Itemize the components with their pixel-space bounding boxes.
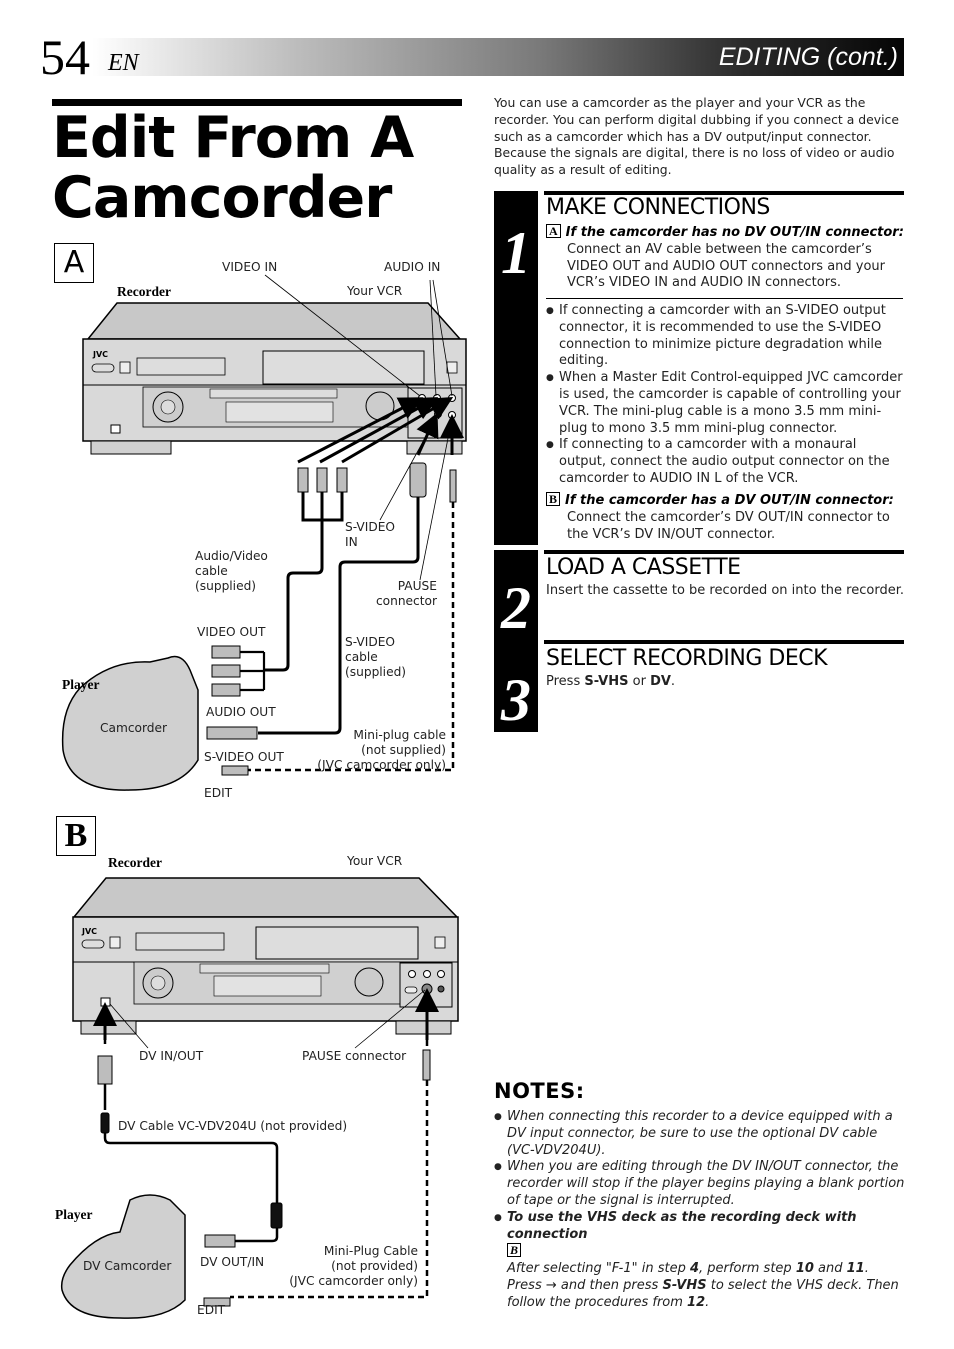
vcr-b-jog-center xyxy=(150,975,166,991)
vcr-b-foot-right xyxy=(395,1020,452,1035)
av-cable-ends xyxy=(240,650,266,692)
label-line: (not provided) xyxy=(331,1259,418,1273)
label-line: connector xyxy=(375,594,437,608)
vcr-b-power-button xyxy=(81,939,105,949)
vcr-a-dv-port xyxy=(110,424,121,434)
vcr-b-foot-left xyxy=(80,1020,137,1035)
vcr-b-jack xyxy=(408,970,416,978)
label-dv-camcorder: DV Camcorder xyxy=(83,1259,172,1273)
vcr-a-eject-dv xyxy=(119,361,131,374)
mini-plug-b xyxy=(422,1049,431,1081)
label-line: Mini-Plug Cable xyxy=(323,1244,418,1258)
vcr-b-transport-buttons xyxy=(199,963,330,974)
label-video-in: VIDEO IN xyxy=(222,260,278,274)
label-pause-connector-a: PAUSE connector xyxy=(360,579,437,609)
label-line: Mini-plug cable xyxy=(353,728,446,742)
video-out-plug xyxy=(211,645,241,659)
label-s-video-cable: S-VIDEO cable (supplied) xyxy=(345,635,406,680)
label-your-vcr-a: Your VCR xyxy=(347,284,403,298)
rca-plug xyxy=(297,467,309,493)
rca-plug xyxy=(336,467,348,493)
label-audio-in: AUDIO IN xyxy=(384,260,441,274)
vcr-a-jog-center xyxy=(160,399,176,415)
label-player-b: Player xyxy=(55,1207,93,1222)
label-line: S-VIDEO xyxy=(345,635,396,649)
vcr-b-brand: JVC xyxy=(81,927,97,936)
svideo-out-plug xyxy=(206,726,258,740)
vcr-b-eject-vhs xyxy=(434,936,446,949)
vcr-b-vhs-slot xyxy=(255,926,419,960)
vcr-b-jack xyxy=(423,970,431,978)
label-line: (JVC camcorder only) xyxy=(289,1274,418,1288)
vcr-a-svideo-jack xyxy=(434,410,442,418)
vcr-a-vhs-slot xyxy=(262,350,425,385)
label-line: PAUSE xyxy=(397,579,437,593)
label-camcorder: Camcorder xyxy=(100,721,168,735)
label-line: (supplied) xyxy=(195,579,257,593)
vcr-a-transport-buttons xyxy=(209,388,338,399)
vcr-b-display xyxy=(213,975,322,997)
vcr-b-dv-port xyxy=(100,997,111,1007)
label-line: cable xyxy=(195,564,228,578)
dv-plug-camcorder xyxy=(204,1234,236,1248)
av-cable xyxy=(264,492,344,672)
label-line: (supplied) xyxy=(345,665,407,679)
label-line: Audio/Video xyxy=(195,549,268,563)
svideo-plug xyxy=(409,462,427,498)
label-mini-plug-b: Mini-Plug Cable (not provided) (JVC camcor… xyxy=(270,1244,418,1289)
connection-diagrams: JVC JVC xyxy=(60,274,467,1319)
label-mini-plug-a: Mini-plug cable (not supplied) (JVC camcor… xyxy=(300,728,446,773)
vcr-a: JVC xyxy=(82,302,467,455)
label-line: (JVC camcorder only) xyxy=(317,758,446,772)
vcr-a-audio-l-jack xyxy=(433,394,441,402)
label-edit-a: EDIT xyxy=(204,786,233,800)
label-player-a: Player xyxy=(62,677,100,692)
vcr-a-foot-right xyxy=(406,440,463,455)
label-recorder-a: Recorder xyxy=(117,284,171,299)
label-audio-out: AUDIO OUT xyxy=(206,705,276,719)
label-s-video-in: S-VIDEO IN xyxy=(345,520,395,550)
label-dv-in-out: DV IN/OUT xyxy=(139,1049,204,1063)
label-edit-b: EDIT xyxy=(197,1303,226,1317)
vcr-a-top xyxy=(86,302,462,340)
label-line: (not supplied) xyxy=(361,743,446,757)
vcr-a-pause-jack xyxy=(448,411,456,419)
label-video-out: VIDEO OUT xyxy=(197,625,266,639)
vcr-b-jack xyxy=(437,985,445,993)
vcr-a-display xyxy=(225,401,334,423)
diagram-b-badge: B xyxy=(56,816,96,856)
label-line: cable xyxy=(345,650,378,664)
label-recorder-b: Recorder xyxy=(108,855,162,870)
vcr-a-brand: JVC xyxy=(92,350,108,359)
audio-out-plug xyxy=(211,683,241,697)
label-dv-cable: DV Cable VC-VDV204U (not provided) xyxy=(118,1119,348,1133)
dv-cable-ferrite xyxy=(100,1112,110,1134)
dv-plug-vcr xyxy=(97,1055,113,1085)
label-dv-out-in: DV OUT/IN xyxy=(200,1255,265,1269)
audio-out-plug xyxy=(211,664,241,678)
vcr-b-eject-dv xyxy=(109,936,121,949)
label-s-video-out: S-VIDEO OUT xyxy=(204,750,284,764)
vcr-b-jack xyxy=(437,970,445,978)
label-line: IN xyxy=(345,535,358,549)
vcr-b-pause-jack xyxy=(421,983,433,995)
vcr-b-shuttle-dial xyxy=(354,967,384,997)
vcr-a-power-button xyxy=(91,363,115,373)
vcr-a-foot-left xyxy=(90,440,172,455)
vcr-a-dv-slot xyxy=(136,357,226,376)
label-your-vcr-b: Your VCR xyxy=(347,854,403,868)
label-pause-connector-b: PAUSE connector xyxy=(302,1049,407,1063)
label-av-cable: Audio/Video cable (supplied) xyxy=(195,549,268,594)
dv-cable-ferrite xyxy=(270,1202,283,1229)
mini-plug xyxy=(449,469,457,503)
label-line: S-VIDEO xyxy=(345,520,396,534)
vcr-b-top xyxy=(72,877,459,918)
diagram-a-badge: A xyxy=(54,243,94,283)
rca-plug xyxy=(316,467,328,493)
vcr-b-slot-small xyxy=(404,986,418,994)
vcr-b-dv-slot xyxy=(135,932,225,951)
edit-plug xyxy=(221,765,249,776)
vcr-a-eject-vhs xyxy=(446,361,458,374)
